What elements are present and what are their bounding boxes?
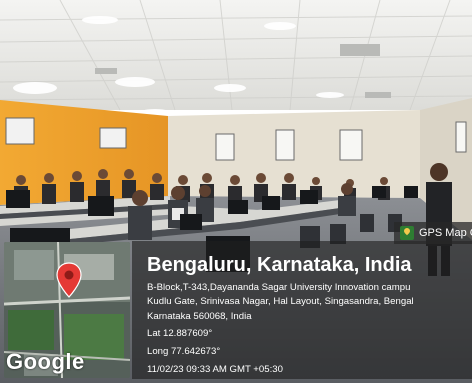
location-pin-icon (56, 262, 82, 298)
address-line: B-Block,T-343,Dayananda Sagar University… (147, 282, 411, 293)
address-line: Kudlu Gate, Srinivasa Nagar, Hal Layout,… (147, 296, 414, 307)
gps-map-camera-icon (400, 226, 414, 240)
place-title: Bengaluru, Karnataka, India (147, 254, 412, 276)
geotagged-photo: Google GPS Map C Bengaluru, Karnataka, I… (0, 0, 472, 383)
google-map-logo: Google (6, 349, 85, 374)
latitude-readout: Lat 12.887609° (147, 328, 213, 339)
address-line: Karnataka 560068, India (147, 311, 252, 322)
longitude-readout: Long 77.642673° (147, 346, 221, 357)
timestamp: 11/02/23 09:33 AM GMT +05:30 (147, 364, 283, 375)
gps-map-camera-badge: GPS Map C (394, 222, 472, 244)
gps-badge-label: GPS Map C (419, 227, 472, 239)
